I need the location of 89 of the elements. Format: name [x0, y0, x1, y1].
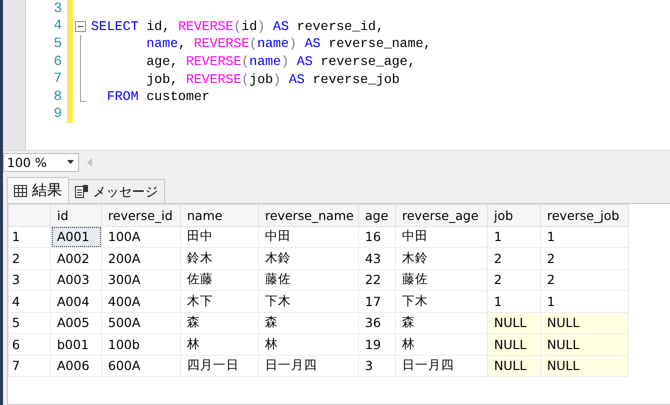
table-cell: 藤佐 [258, 269, 358, 290]
table-cell: 1 [540, 226, 628, 248]
table-cell: 木鈴 [396, 248, 488, 269]
table-cell: NULL [488, 334, 540, 355]
table-cell: NULL [540, 334, 628, 355]
table-cell: 43 [358, 248, 396, 269]
column-header[interactable]: name [180, 204, 258, 226]
table-cell: 600A [102, 355, 180, 376]
table-cell: 22 [358, 269, 396, 290]
code-line: FROM customer [106, 89, 210, 104]
table-cell: NULL [488, 312, 540, 334]
column-header[interactable]: reverse_age [396, 204, 488, 226]
table-cell: A003 [50, 269, 102, 290]
table-cell: 森 [180, 312, 258, 334]
table-cell: 木下 [180, 290, 258, 312]
table-cell: 100b [102, 334, 180, 355]
row-number: 4 [8, 290, 50, 312]
code-line: name, REVERSE(name) AS reverse_name, [145, 36, 432, 52]
table-cell: 17 [358, 290, 396, 312]
column-header[interactable]: reverse_job [540, 204, 628, 226]
caret-icon [67, 160, 74, 164]
results-tab[interactable]: 結果 [7, 177, 69, 203]
table-cell: 中田 [258, 226, 358, 248]
table-cell: 木鈴 [258, 248, 358, 269]
table-cell: A006 [50, 355, 102, 376]
table-cell: A005 [50, 312, 102, 334]
line-number: 3 [52, 0, 62, 17]
row-number: 2 [8, 248, 50, 269]
table-cell: 四月一日 [180, 355, 258, 376]
table-cell: 藤佐 [396, 269, 488, 290]
grid-icon [14, 184, 27, 196]
line-number: 7 [52, 71, 62, 88]
table-cell: 日一月四 [258, 355, 358, 376]
table-cell: 森 [396, 312, 488, 334]
table-cell: 300A [102, 269, 180, 290]
line-number: 8 [52, 88, 62, 105]
line-number: 4 [52, 18, 62, 34]
table-cell: 田中 [180, 226, 258, 248]
row-number: 7 [8, 355, 50, 376]
table-cell: A004 [50, 290, 102, 312]
table-cell: A001 [50, 226, 102, 248]
table-cell: 日一月四 [396, 355, 488, 376]
code-line: SELECT id, REVERSE(id) AS reverse_id, [91, 18, 384, 34]
table-cell: b001 [50, 334, 102, 355]
table-cell: 2 [540, 248, 628, 269]
table-cell: 下木 [258, 290, 358, 312]
table-cell: 2 [488, 248, 540, 269]
table-cell: 16 [358, 226, 396, 248]
zoom-dropdown[interactable]: 100 % [3, 152, 79, 172]
table-cell: NULL [540, 312, 628, 334]
table-cell: 100A [102, 226, 180, 248]
code-line: job, REVERSE(job) AS reverse_job [145, 72, 400, 87]
table-cell: NULL [488, 355, 540, 376]
document-icon [75, 185, 88, 198]
table-cell: A002 [50, 248, 102, 269]
table-cell: 2 [488, 269, 540, 290]
table-cell: 2 [540, 269, 628, 290]
table-cell: 中田 [396, 226, 488, 248]
row-number: 5 [8, 312, 50, 334]
table-cell: 森 [258, 312, 358, 334]
table-cell: 3 [358, 355, 396, 376]
table-cell: 1 [488, 226, 540, 248]
line-number: 9 [52, 106, 62, 122]
table-cell: 鈴木 [180, 248, 258, 269]
table-cell: 下木 [396, 290, 488, 312]
table-cell: 36 [358, 312, 396, 334]
table-cell: 林 [180, 334, 258, 355]
row-number: 6 [8, 334, 50, 355]
code-line: age, REVERSE(name) AS reverse_age, [145, 54, 416, 70]
table-cell: 1 [540, 290, 628, 312]
column-header[interactable]: age [358, 204, 396, 226]
table-cell: 林 [396, 334, 488, 355]
table-cell: 19 [358, 334, 396, 355]
table-cell: 林 [258, 334, 358, 355]
table-cell: 200A [102, 248, 180, 269]
line-number: 6 [52, 54, 62, 70]
line-number: 5 [52, 36, 62, 52]
table-cell: 佐藤 [180, 269, 258, 290]
table-cell: 1 [488, 290, 540, 312]
column-header[interactable]: reverse_id [102, 204, 180, 226]
row-number: 3 [8, 269, 50, 290]
column-header[interactable]: job [488, 204, 540, 226]
table-cell: NULL [540, 355, 628, 376]
column-header[interactable]: reverse_name [258, 204, 358, 226]
column-header[interactable]: id [50, 204, 102, 226]
table-cell: 500A [102, 312, 180, 334]
collapse-icon[interactable] [75, 20, 86, 32]
results-tab[interactable]: メッセージ [68, 179, 165, 203]
table-cell: 400A [102, 290, 180, 312]
